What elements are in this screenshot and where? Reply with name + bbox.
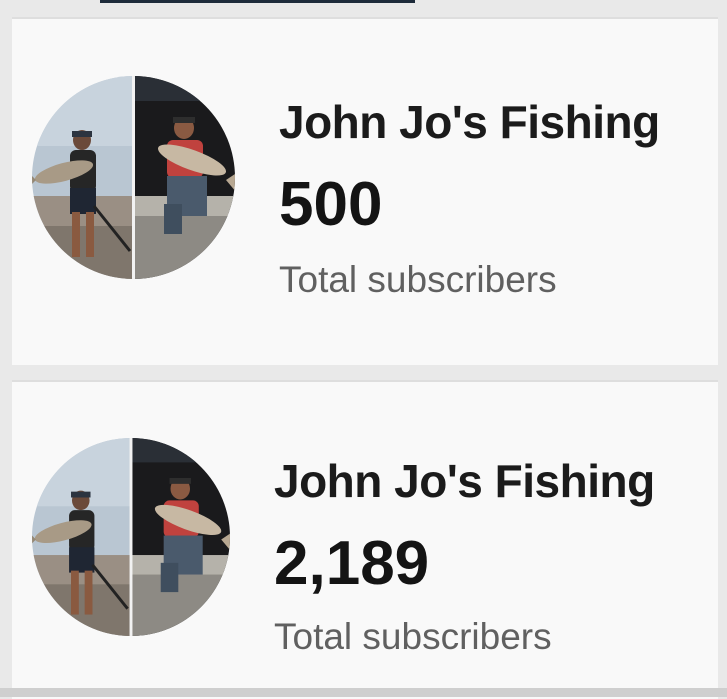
bottom-edge [0,688,727,697]
subscriber-label: Total subscribers [279,259,557,300]
top-strip [0,0,727,4]
channel-avatar[interactable] [32,76,235,279]
channel-name: John Jo's Fishing [279,96,660,148]
stats-card[interactable]: John Jo's Fishing 500 Total subscribers [12,17,718,365]
channel-avatar[interactable] [32,438,230,636]
channel-name: John Jo's Fishing [274,455,655,507]
subscriber-label: Total subscribers [274,616,552,657]
subscriber-count: 500 [279,170,383,239]
channel-avatar-image [32,438,230,636]
stats-card[interactable]: John Jo's Fishing 2,189 Total subscriber… [12,380,718,699]
subscriber-count: 2,189 [274,529,430,598]
top-strip-dark-segment [100,0,415,3]
channel-avatar-image [32,76,235,279]
